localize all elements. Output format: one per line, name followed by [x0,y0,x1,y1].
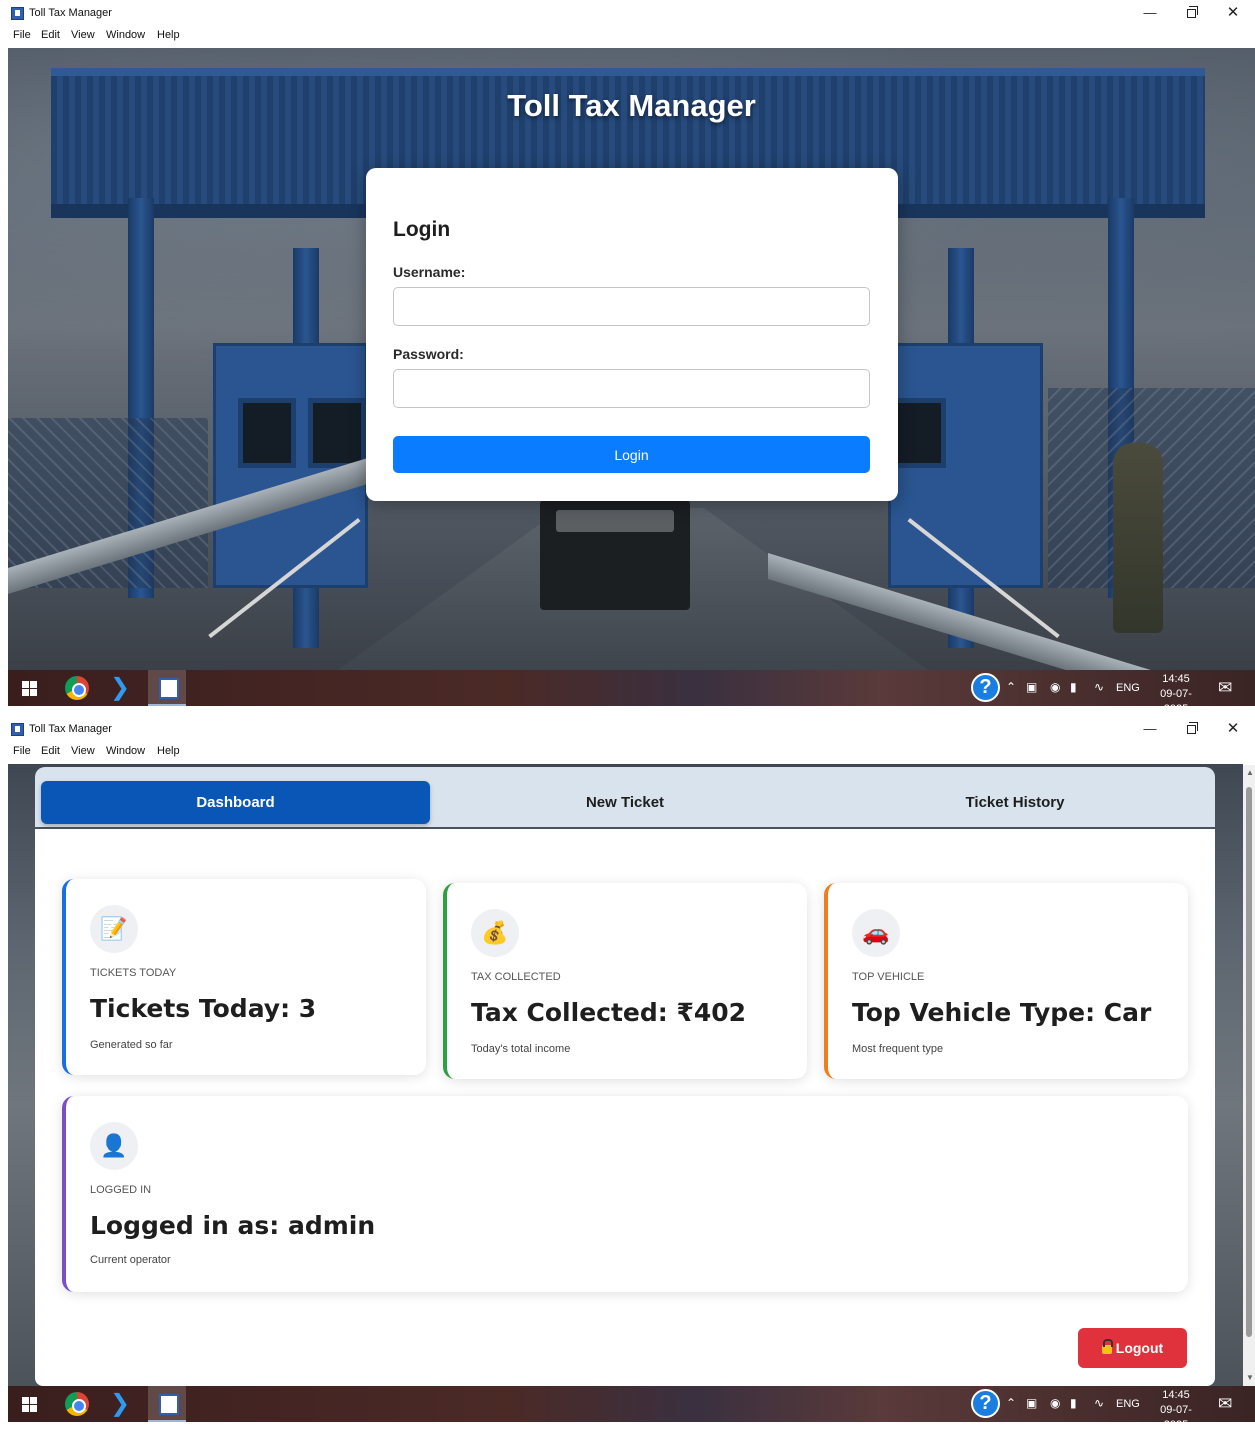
clock[interactable]: 14:45 09-07-2025 [1148,672,1204,717]
menu-view[interactable]: View [71,745,95,757]
taskbar: ❯ ? ⌃ ▣ ◉ ▮ ∿ ENG 14:45 09-07-2025 ✉ [8,1386,1255,1431]
clock-date: 09-07-2025 [1160,688,1192,715]
windows-start-icon[interactable] [22,681,37,696]
menu-window[interactable]: Window [106,29,145,41]
battery-icon[interactable]: ▮ [1070,1396,1077,1410]
tray-chevron-icon[interactable]: ⌃ [1006,1396,1016,1410]
restore-button[interactable] [1176,718,1206,740]
tolltax-app-icon[interactable] [148,1386,186,1422]
minimize-button[interactable]: — [1135,2,1165,24]
restore-icon [1186,6,1198,18]
password-label: Password: [393,346,464,362]
menu-bar: File Edit View Window Help [0,742,1255,762]
camera-icon[interactable]: ◉ [1050,680,1060,694]
user-icon: 👤 [90,1122,138,1170]
window-title: Toll Tax Manager [29,7,112,19]
notification-icon[interactable]: ✉ [1218,1394,1238,1414]
lock-icon [1101,1339,1113,1354]
app-icon [11,723,24,736]
vscode-icon[interactable]: ❯ [108,676,132,700]
password-input[interactable] [393,369,870,408]
tray-chevron-icon[interactable]: ⌃ [1006,680,1016,694]
scroll-down-icon[interactable]: ▼ [1246,1373,1254,1382]
menu-edit[interactable]: Edit [41,29,60,41]
close-button[interactable]: ✕ [1218,718,1248,740]
username-label: Username: [393,264,466,280]
help-icon[interactable]: ? [971,1389,1000,1418]
menu-file[interactable]: File [13,745,31,757]
tab-ticket-history[interactable]: Ticket History [820,781,1210,824]
restore-icon [1186,722,1198,734]
chrome-icon[interactable] [65,1392,89,1416]
menu-window[interactable]: Window [106,745,145,757]
title-bar: Toll Tax Manager — ✕ [0,716,1255,742]
logout-label: Logout [1115,1340,1164,1356]
tray-app-icon[interactable]: ▣ [1026,1396,1037,1410]
money-bag-icon: 💰 [471,909,519,957]
memo-icon: 📝 [90,905,138,953]
menu-bar: File Edit View Window Help [0,26,1255,46]
menu-view[interactable]: View [71,29,95,41]
wifi-icon[interactable]: ∿ [1094,680,1104,694]
card-value: Top Vehicle Type: Car [852,998,1152,1027]
card-value: Logged in as: admin [90,1211,376,1240]
card-top-vehicle: 🚗 TOP VEHICLE Top Vehicle Type: Car Most… [824,883,1188,1079]
window-title: Toll Tax Manager [29,723,112,735]
vscode-icon[interactable]: ❯ [108,1392,132,1416]
tab-dashboard[interactable]: Dashboard [41,781,430,824]
close-button[interactable]: ✕ [1218,2,1248,24]
tray-app-icon[interactable]: ▣ [1026,680,1037,694]
app-icon [11,7,24,20]
menu-edit[interactable]: Edit [41,745,60,757]
card-subtext: Generated so far [90,1039,173,1051]
menu-help[interactable]: Help [157,745,180,757]
car-icon: 🚗 [852,909,900,957]
card-tickets-today: 📝 TICKETS TODAY Tickets Today: 3 Generat… [62,879,426,1075]
menu-file[interactable]: File [13,29,31,41]
menu-help[interactable]: Help [157,29,180,41]
title-bar: Toll Tax Manager — ✕ [0,0,1255,26]
clock-time: 14:45 [1162,673,1190,685]
wifi-icon[interactable]: ∿ [1094,1396,1104,1410]
minimize-button[interactable]: — [1135,718,1165,740]
tab-new-ticket[interactable]: New Ticket [430,781,820,824]
windows-start-icon[interactable] [22,1397,37,1412]
clock[interactable]: 14:45 09-07-2025 [1148,1388,1204,1433]
restore-button[interactable] [1176,2,1206,24]
login-card: Login Username: Password: Login [366,168,898,501]
language-indicator[interactable]: ENG [1116,1398,1140,1410]
camera-icon[interactable]: ◉ [1050,1396,1060,1410]
card-label: LOGGED IN [90,1184,152,1196]
login-title: Login [393,218,451,241]
card-label: TAX COLLECTED [471,971,561,983]
card-label: TICKETS TODAY [90,967,177,979]
card-logged-in: 👤 LOGGED IN Logged in as: admin Current … [62,1096,1188,1292]
tolltax-app-icon[interactable] [148,670,186,706]
language-indicator[interactable]: ENG [1116,682,1140,694]
scroll-thumb[interactable] [1246,787,1252,1337]
tab-bar: Dashboard New Ticket Ticket History [35,767,1215,827]
username-input[interactable] [393,287,870,326]
battery-icon[interactable]: ▮ [1070,680,1077,694]
notification-icon[interactable]: ✉ [1218,678,1238,698]
card-subtext: Current operator [90,1254,171,1266]
logout-button[interactable]: Logout [1078,1328,1187,1368]
vertical-scrollbar[interactable]: ▲ ▼ [1243,765,1255,1386]
help-icon[interactable]: ? [971,673,1000,702]
card-value: Tickets Today: 3 [90,994,317,1023]
chrome-icon[interactable] [65,676,89,700]
card-tax-collected: 💰 TAX COLLECTED Tax Collected: ₹402 Toda… [443,883,807,1079]
scroll-up-icon[interactable]: ▲ [1246,768,1254,777]
card-subtext: Most frequent type [852,1043,944,1055]
clock-time: 14:45 [1162,1389,1190,1401]
card-subtext: Today's total income [471,1043,571,1055]
card-value: Tax Collected: ₹402 [471,998,747,1027]
login-button[interactable]: Login [393,436,870,473]
app-heading: Toll Tax Manager [507,88,756,123]
taskbar: ❯ ? ⌃ ▣ ◉ ▮ ∿ ENG 14:45 09-07-2025 ✉ [8,670,1255,715]
card-label: TOP VEHICLE [852,971,925,983]
login-window: Toll Tax Manager — ✕ File Edit View Wind… [0,0,1255,715]
clock-date: 09-07-2025 [1160,1404,1192,1431]
